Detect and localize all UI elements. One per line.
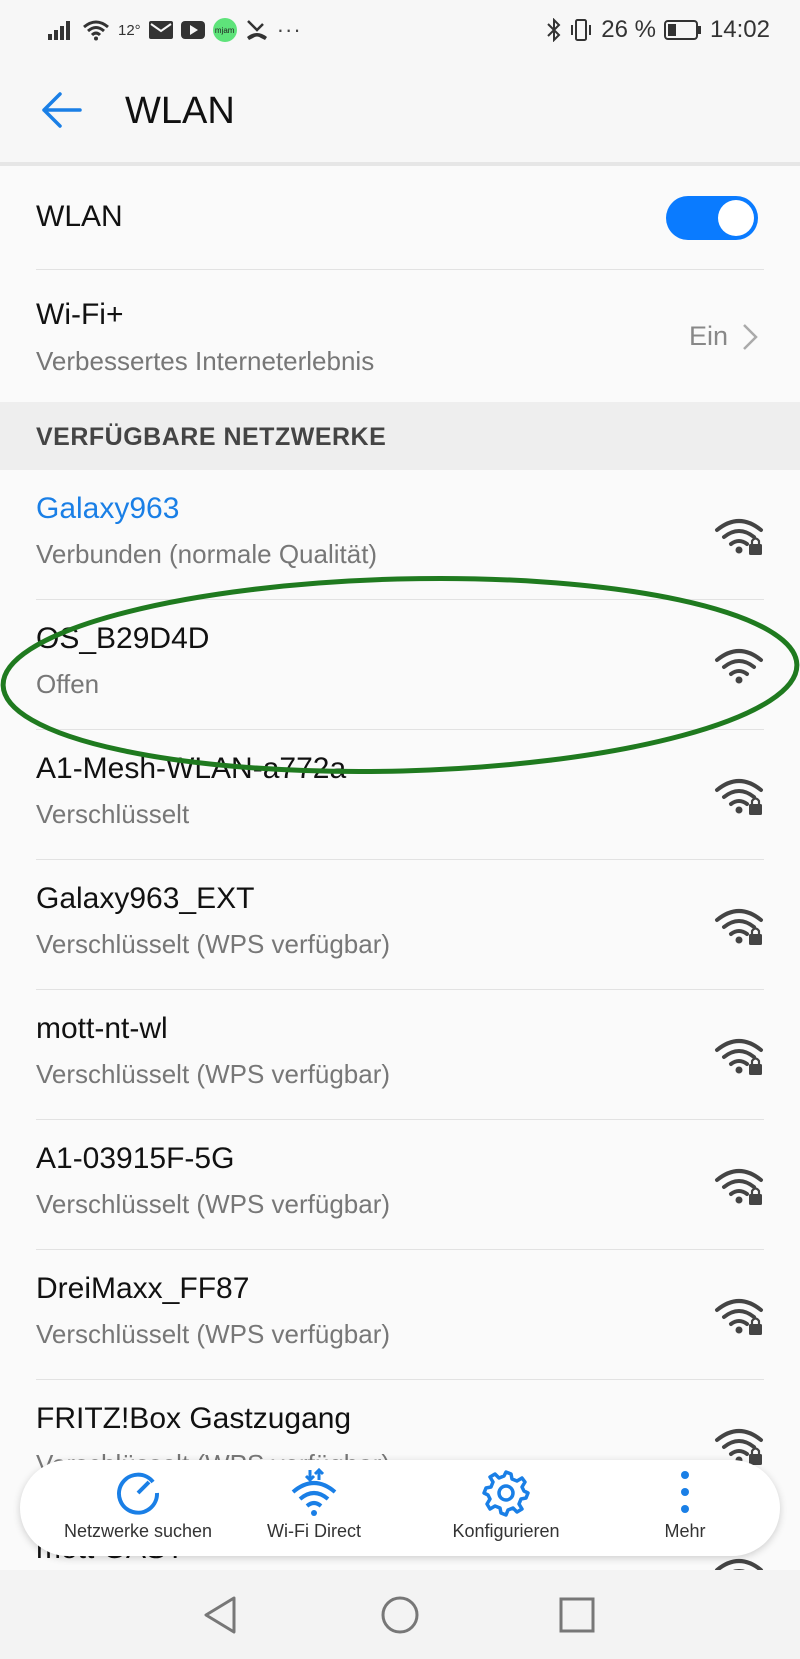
wlan-toggle-label: WLAN bbox=[36, 200, 123, 233]
network-row[interactable]: A1-Mesh-WLAN-a772a Verschlüsselt bbox=[0, 730, 800, 860]
wifi-icon bbox=[715, 649, 763, 684]
battery-percent-text: 26 % bbox=[601, 16, 656, 43]
network-status: Verschlüsselt (WPS verfügbar) bbox=[36, 1189, 391, 1219]
network-row[interactable]: mott-nt-wl Verschlüsselt (WPS verfügbar) bbox=[0, 990, 800, 1120]
temperature-text: 12° bbox=[118, 21, 141, 39]
configure-label: Konfigurieren bbox=[452, 1521, 560, 1541]
network-status: Verschlüsselt bbox=[36, 799, 190, 829]
network-name: FRITZ!Box Gastzugang bbox=[36, 1402, 352, 1435]
wifi-plus-subtitle: Verbessertes Interneterlebnis bbox=[36, 346, 375, 376]
system-nav-bar bbox=[0, 1570, 800, 1659]
toggle-knob bbox=[718, 200, 754, 236]
wifi-plus-row[interactable]: Wi-Fi+ Verbessertes Interneterlebnis Ein bbox=[0, 270, 800, 402]
scan-networks-button[interactable]: Netzwerke suchen bbox=[48, 1460, 228, 1556]
vibrate-icon bbox=[571, 19, 592, 41]
status-bar-right: 26 % 14:02 bbox=[547, 14, 770, 46]
bluetooth-icon bbox=[547, 18, 561, 42]
network-status: Verschlüsselt (WPS verfügbar) bbox=[36, 1059, 391, 1089]
status-bar: 12° mjam ··· 26 % 14:02 bbox=[0, 0, 800, 60]
section-header: VERFÜGBARE NETZWERKE bbox=[0, 402, 800, 470]
mjam-app-icon: mjam bbox=[212, 18, 237, 42]
wifi-status-icon bbox=[83, 20, 109, 41]
network-name: Galaxy963_EXT bbox=[36, 882, 255, 915]
wifi-lock-icon bbox=[715, 909, 763, 945]
nav-back-icon[interactable] bbox=[198, 1592, 244, 1638]
network-row[interactable]: OS_B29D4D Offen bbox=[0, 600, 800, 730]
bottom-action-bar: Netzwerke suchen Wi-Fi Direct Konfigurie… bbox=[20, 1460, 780, 1556]
status-bar-left: 12° mjam ··· bbox=[48, 14, 302, 46]
nav-recents-icon[interactable] bbox=[554, 1592, 600, 1638]
network-status: Offen bbox=[36, 669, 100, 699]
youtube-icon bbox=[180, 21, 205, 39]
wlan-toggle-row[interactable]: WLAN bbox=[0, 166, 800, 270]
wifi-direct-icon bbox=[291, 1468, 337, 1516]
wifi-direct-button[interactable]: Wi-Fi Direct bbox=[234, 1460, 394, 1556]
network-status: Verschlüsselt (WPS verfügbar) bbox=[36, 929, 391, 959]
wifi-direct-label: Wi-Fi Direct bbox=[267, 1521, 361, 1541]
signal-icon bbox=[48, 21, 70, 40]
network-status: Verschlüsselt (WPS verfügbar) bbox=[36, 1319, 391, 1349]
network-name: DreiMaxx_FF87 bbox=[36, 1272, 250, 1305]
battery-icon bbox=[663, 20, 701, 40]
back-arrow-icon[interactable] bbox=[38, 86, 86, 134]
available-networks-title: VERFÜGBARE NETZWERKE bbox=[36, 423, 387, 451]
network-row[interactable]: DreiMaxx_FF87 Verschlüsselt (WPS verfügba… bbox=[0, 1250, 800, 1380]
network-name: mott-nt-wl bbox=[36, 1012, 168, 1045]
wifi-lock-icon bbox=[715, 1299, 763, 1335]
network-name: OS_B29D4D bbox=[36, 622, 210, 655]
clock-text: 14:02 bbox=[709, 16, 770, 43]
network-name: A1-Mesh-WLAN-a772a bbox=[36, 752, 347, 785]
configure-button[interactable]: Konfigurieren bbox=[406, 1460, 606, 1556]
more-vertical-icon bbox=[681, 1471, 689, 1513]
more-button[interactable]: Mehr bbox=[610, 1460, 760, 1556]
wifi-plus-value: Ein bbox=[688, 321, 728, 351]
app-bar: WLAN bbox=[0, 60, 800, 162]
more-label: Mehr bbox=[664, 1521, 706, 1541]
network-name: A1-03915F-5G bbox=[36, 1142, 235, 1175]
mail-icon bbox=[148, 21, 173, 39]
nav-home-icon[interactable] bbox=[377, 1592, 423, 1638]
wifi-lock-icon bbox=[715, 1169, 763, 1205]
wifi-lock-icon bbox=[715, 1039, 763, 1075]
chevron-right-icon bbox=[743, 324, 758, 350]
network-status: Verbunden (normale Qualität) bbox=[36, 539, 378, 569]
more-notifications-text: ··· bbox=[276, 17, 302, 42]
network-row[interactable]: A1-03915F-5G Verschlüsselt (WPS verfügbar… bbox=[0, 1120, 800, 1250]
network-row[interactable]: Galaxy963 Verbunden (normale Qualität) bbox=[0, 470, 800, 600]
scan-networks-label: Netzwerke suchen bbox=[63, 1521, 213, 1541]
page-title: WLAN bbox=[125, 90, 235, 132]
gear-icon bbox=[482, 1470, 530, 1517]
missed-call-icon bbox=[246, 20, 267, 40]
network-row[interactable]: Galaxy963_EXT Verschlüsselt (WPS verfügba… bbox=[0, 860, 800, 990]
wifi-lock-icon bbox=[715, 779, 763, 815]
mjam-app-label: mjam bbox=[214, 25, 235, 35]
network-name: Galaxy963 bbox=[36, 492, 180, 525]
wifi-plus-title: Wi-Fi+ bbox=[36, 298, 124, 331]
wlan-toggle-switch[interactable] bbox=[666, 196, 758, 240]
refresh-icon bbox=[117, 1472, 160, 1515]
wifi-lock-icon bbox=[715, 519, 763, 555]
